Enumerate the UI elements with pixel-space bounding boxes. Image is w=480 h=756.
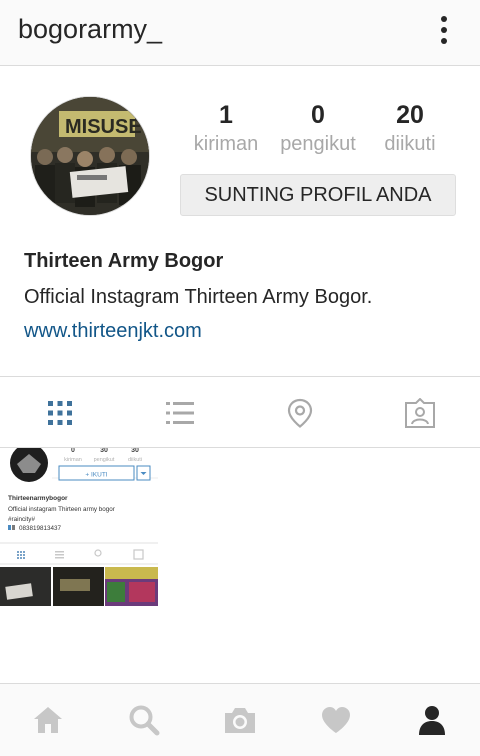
bottom-navigation (0, 683, 480, 756)
search-icon[interactable] (96, 698, 192, 742)
thumb-bio-2: #raincity# (8, 516, 35, 523)
home-icon[interactable] (0, 698, 96, 742)
thumb-stat-value-1: 30 (100, 448, 108, 454)
profile-username: bogorarmy_ (18, 14, 163, 44)
thumb-stat-label-2: diikuti (128, 457, 142, 463)
list-view-icon[interactable] (120, 389, 240, 437)
stat-followers-count: 0 (311, 101, 325, 129)
stat-posts[interactable]: 1 kiriman (180, 100, 272, 158)
location-pin-icon[interactable] (240, 389, 360, 437)
stat-posts-label: kiriman (193, 133, 259, 155)
thumb-name: Thirteenarmybogor (8, 495, 68, 502)
profile-full-name: Thirteen Army Bogor (24, 250, 224, 272)
thumb-stat-label-1: pengikut (94, 457, 115, 463)
thumb-bio-1: Official instagram Thirteen army bogor (8, 506, 115, 513)
profile-header: MISUSE 1 kiriman 0 pengikut 20 diikuti S… (0, 66, 480, 376)
heart-icon[interactable] (288, 698, 384, 742)
thumb-stat-value-2: 30 (131, 448, 139, 454)
stat-following[interactable]: 20 diikuti (364, 100, 456, 158)
stat-followers-label: pengikut (280, 133, 356, 155)
top-bar: bogorarmy_ (0, 0, 480, 66)
camera-icon[interactable] (192, 698, 288, 742)
thumb-follow-label: + IKUTI (85, 472, 107, 479)
profile-bio: Official Instagram Thirteen Army Bogor. (24, 286, 373, 308)
more-vertical-icon[interactable] (434, 14, 454, 48)
grid-view-icon[interactable] (0, 389, 120, 437)
svg-text:MISUSE: MISUSE (65, 116, 142, 138)
profile-website-link[interactable]: www.thirteenjkt.com (24, 320, 202, 343)
profile-stats: 1 kiriman 0 pengikut 20 diikuti (180, 100, 456, 160)
thumb-stat-label-0: kiriman (64, 457, 82, 463)
thumb-bio-3: 083819813437 (19, 525, 62, 532)
grid-post-thumbnail[interactable]: + IKUTI kiriman pengikut diikuti 0 30 30… (0, 448, 158, 606)
profile-tabs (0, 376, 480, 448)
stat-followers[interactable]: 0 pengikut (272, 100, 364, 158)
stat-following-count: 20 (396, 101, 424, 129)
stat-posts-count: 1 (219, 101, 233, 129)
thumb-stat-value-0: 0 (71, 448, 75, 454)
profile-avatar[interactable]: MISUSE (30, 96, 150, 216)
tagged-photos-icon[interactable] (360, 389, 480, 437)
edit-profile-button[interactable]: SUNTING PROFIL ANDA (180, 174, 456, 216)
stat-following-label: diikuti (384, 133, 436, 155)
profile-icon[interactable] (384, 698, 480, 742)
